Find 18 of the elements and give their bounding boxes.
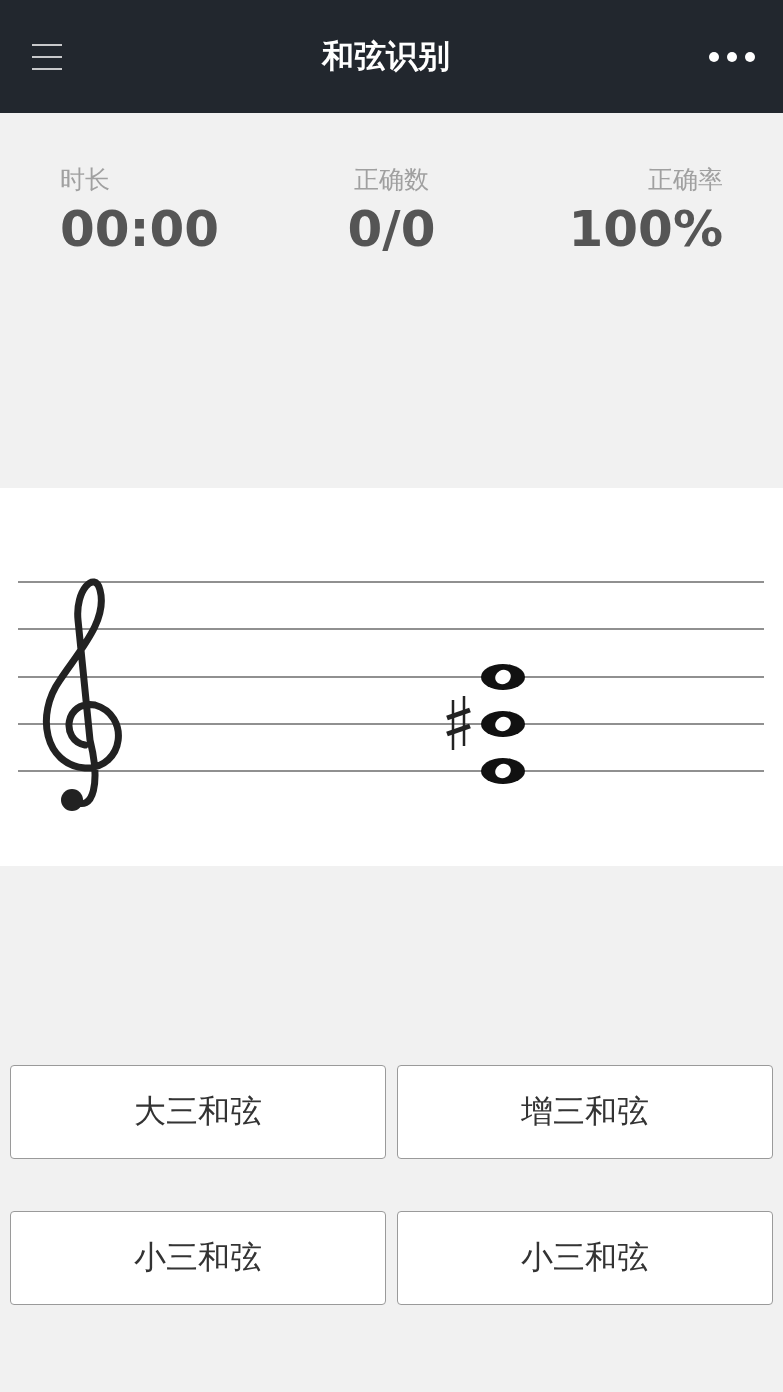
sharp-icon	[444, 694, 473, 752]
stat-value: 0/0	[347, 202, 436, 257]
stat-value: 00:00	[60, 202, 220, 257]
answer-button[interactable]: 增三和弦	[397, 1065, 773, 1159]
more-icon[interactable]	[709, 51, 755, 62]
page-title: 和弦识别	[321, 35, 450, 77]
stat-label: 时长	[60, 164, 110, 196]
whole-note	[481, 664, 525, 690]
stat-label: 正确率	[648, 164, 723, 196]
answer-button[interactable]: 小三和弦	[397, 1211, 773, 1305]
stat-value: 100%	[568, 202, 723, 257]
stat-label: 正确数	[354, 164, 429, 196]
whole-note	[481, 758, 525, 784]
treble-clef-icon	[43, 578, 122, 811]
whole-note	[481, 711, 525, 737]
answer-button[interactable]: 小三和弦	[10, 1211, 386, 1305]
menu-icon[interactable]	[32, 43, 62, 70]
answer-button[interactable]: 大三和弦	[10, 1065, 386, 1159]
